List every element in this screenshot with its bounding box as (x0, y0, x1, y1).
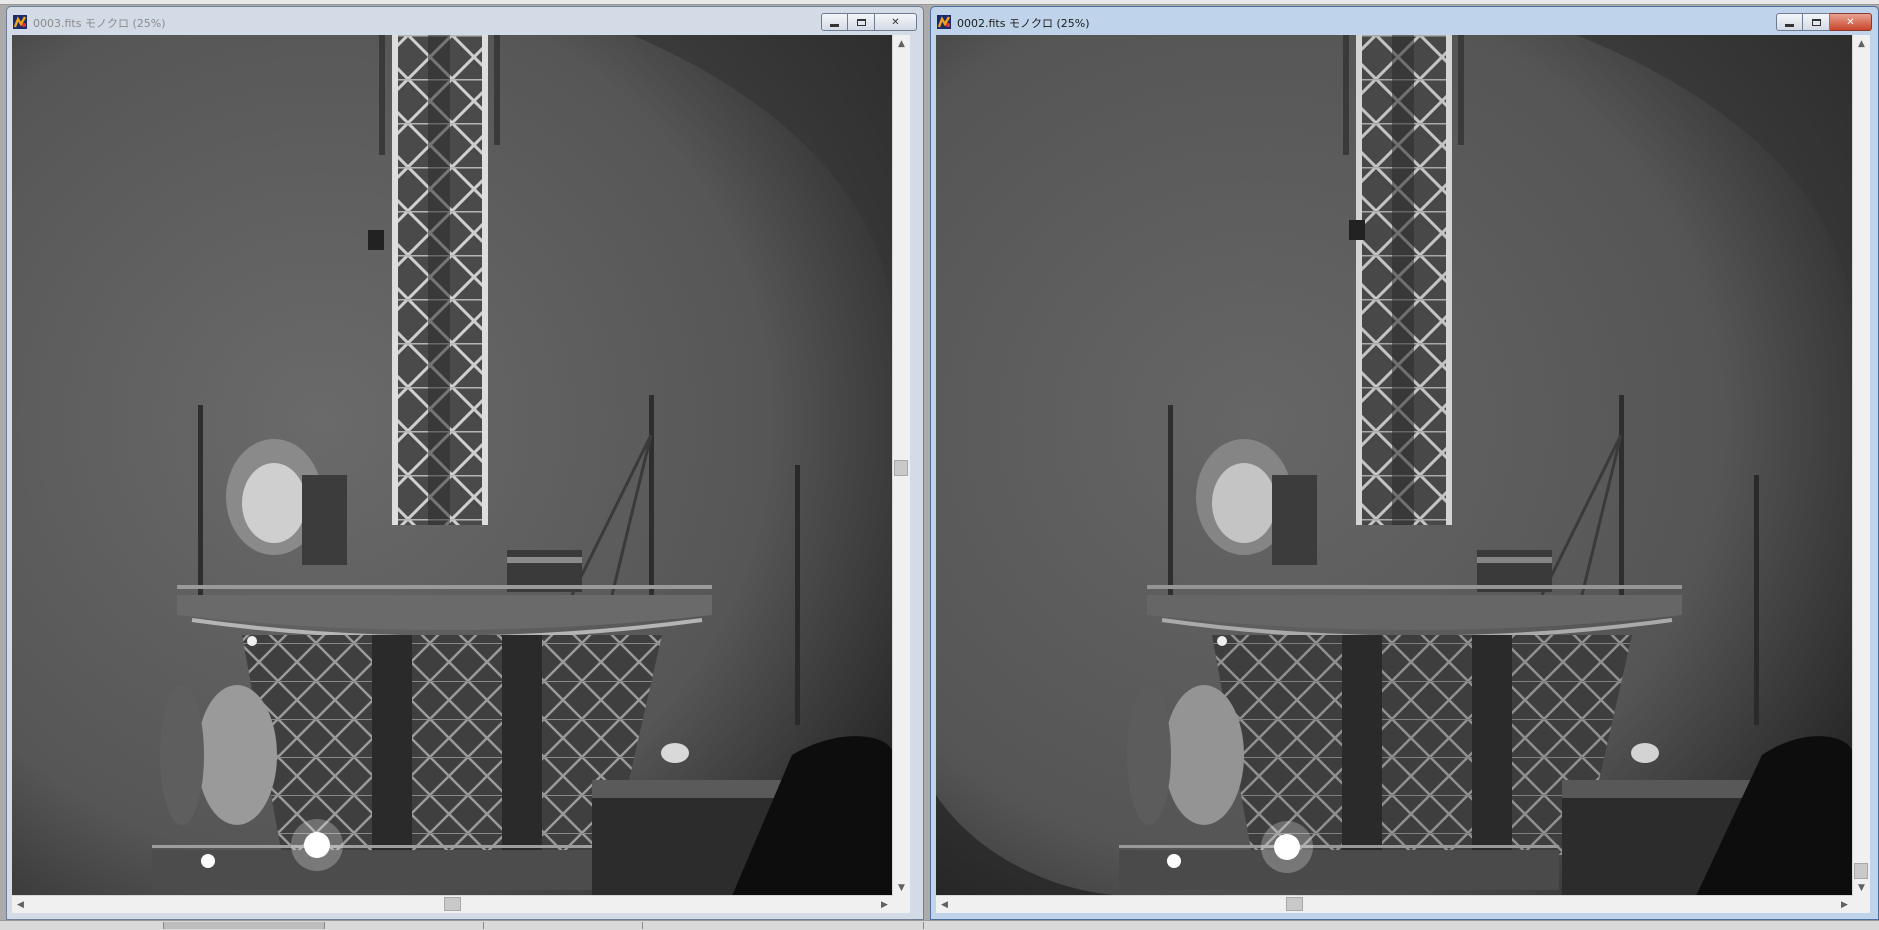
window-controls: ✕ (821, 13, 917, 31)
horizontal-scroll-thumb[interactable] (1286, 897, 1303, 911)
taskbar-segment[interactable] (164, 922, 325, 929)
image-canvas[interactable]: ▲ ▼ ◀ ▶ (12, 35, 910, 913)
close-icon: ✕ (891, 16, 900, 28)
image-canvas[interactable]: ▲ ▼ ◀ ▶ (936, 35, 1870, 913)
horizontal-scrollbar[interactable]: ◀ ▶ (12, 895, 893, 913)
title-bar[interactable]: 0002.fits モノクロ (25%) ✕ (931, 7, 1878, 35)
minimize-button[interactable] (1776, 13, 1803, 31)
scroll-up-button[interactable]: ▲ (1853, 35, 1870, 52)
taskbar-segment[interactable] (0, 922, 164, 929)
scroll-right-button[interactable]: ▶ (1836, 896, 1853, 913)
close-button[interactable]: ✕ (1830, 13, 1872, 31)
resize-grip[interactable] (1853, 896, 1870, 913)
restore-icon (1811, 18, 1821, 26)
minimize-icon (1785, 23, 1794, 27)
title-bar[interactable]: 0003.fits モノクロ (25%) ✕ (7, 7, 923, 35)
window-controls: ✕ (1776, 13, 1872, 31)
minimize-button[interactable] (821, 13, 848, 31)
restore-icon (856, 18, 866, 26)
scroll-left-button[interactable]: ◀ (12, 896, 29, 913)
taskbar-segment[interactable] (484, 922, 643, 929)
horizontal-scrollbar[interactable]: ◀ ▶ (936, 895, 1853, 913)
image-window-0003[interactable]: 0003.fits モノクロ (25%) ✕ ▲ ▼ ◀ ▶ (6, 6, 924, 920)
horizontal-scroll-thumb[interactable] (444, 897, 461, 911)
window-title: 0003.fits モノクロ (25%) (33, 17, 166, 30)
taskbar-top-strip (0, 0, 1879, 5)
app-icon (937, 15, 951, 29)
window-title: 0002.fits モノクロ (25%) (957, 17, 1090, 30)
taskbar-segment[interactable] (325, 922, 484, 929)
scroll-down-button[interactable]: ▼ (1853, 879, 1870, 896)
scroll-left-button[interactable]: ◀ (936, 896, 953, 913)
vertical-scroll-thumb[interactable] (1854, 863, 1868, 879)
tower-image (936, 35, 1853, 896)
restore-button[interactable] (1803, 13, 1830, 31)
taskbar-segment[interactable] (643, 922, 924, 929)
scroll-up-button[interactable]: ▲ (893, 35, 910, 52)
image-window-0002[interactable]: 0002.fits モノクロ (25%) ✕ ▲ ▼ ◀ ▶ (930, 6, 1879, 920)
close-button[interactable]: ✕ (875, 13, 917, 31)
vertical-scrollbar[interactable]: ▲ ▼ (1852, 35, 1870, 896)
minimize-icon (830, 23, 839, 27)
vertical-scroll-thumb[interactable] (894, 460, 908, 476)
close-icon: ✕ (1846, 16, 1855, 28)
resize-grip[interactable] (893, 896, 910, 913)
restore-button[interactable] (848, 13, 875, 31)
vertical-scrollbar[interactable]: ▲ ▼ (892, 35, 910, 896)
tower-image (12, 35, 893, 896)
app-icon (13, 15, 27, 29)
scroll-right-button[interactable]: ▶ (876, 896, 893, 913)
scroll-down-button[interactable]: ▼ (893, 879, 910, 896)
